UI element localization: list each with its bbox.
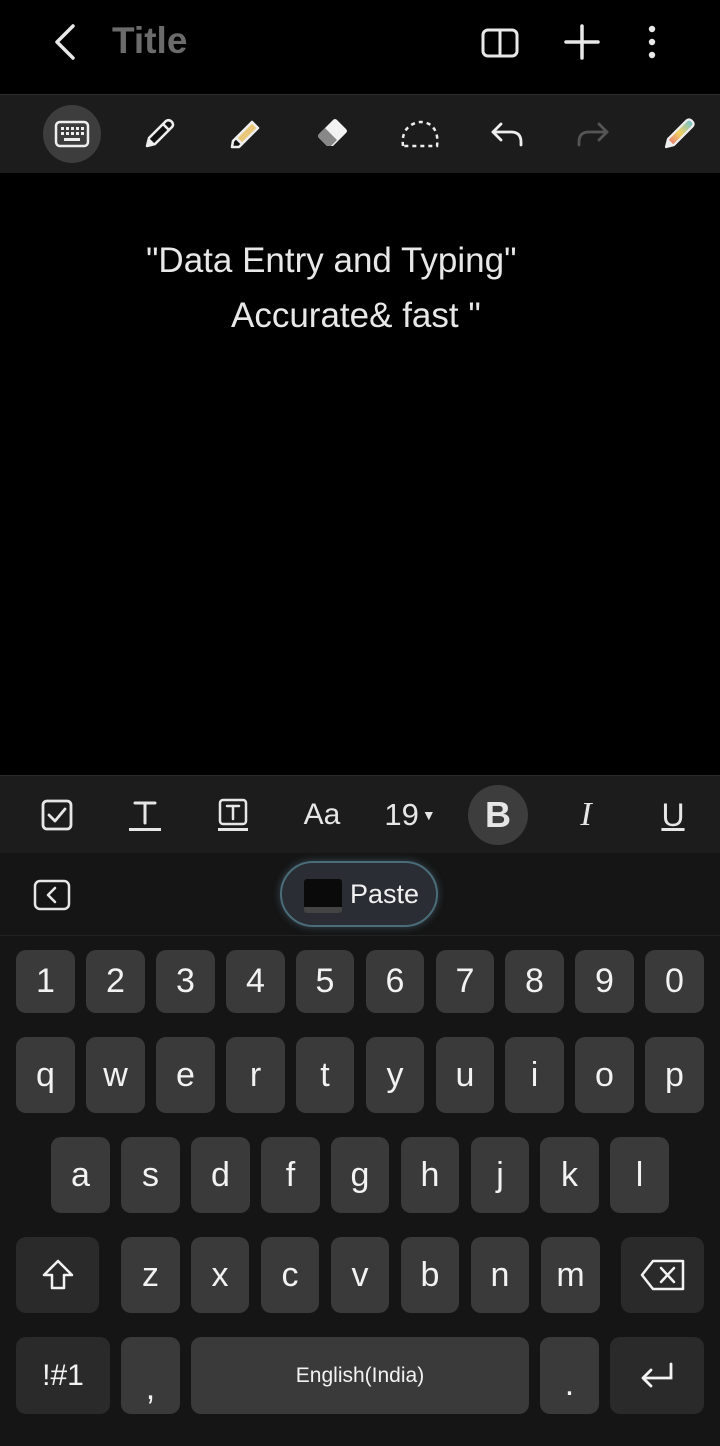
note-canvas[interactable]: "Data Entry and Typing" Accurate& fast " (0, 173, 720, 775)
key-e[interactable]: e (156, 1037, 215, 1113)
key-d[interactable]: d (191, 1137, 250, 1213)
comma-key[interactable]: , (121, 1337, 180, 1414)
undo-icon[interactable] (478, 105, 536, 163)
font-size-value: 19 (384, 797, 419, 832)
key-2[interactable]: 2 (86, 950, 145, 1013)
app-header: Title (0, 0, 720, 94)
key-h[interactable]: h (401, 1137, 459, 1213)
key-x[interactable]: x (191, 1237, 249, 1313)
key-r[interactable]: r (226, 1037, 285, 1113)
text-highlight-icon[interactable] (203, 785, 263, 845)
bold-button[interactable]: B (468, 785, 528, 845)
key-m[interactable]: m (541, 1237, 600, 1313)
font-style-button[interactable]: Aa (292, 785, 352, 845)
underline-button[interactable]: U (643, 785, 703, 845)
note-text-line[interactable]: Accurate& fast " (231, 296, 481, 336)
eraser-icon[interactable] (304, 105, 362, 163)
key-l[interactable]: l (610, 1137, 669, 1213)
pen-icon[interactable] (130, 105, 188, 163)
key-6[interactable]: 6 (366, 950, 424, 1013)
key-g[interactable]: g (331, 1137, 389, 1213)
key-8[interactable]: 8 (505, 950, 564, 1013)
font-size-dropdown[interactable]: 19 ▼ (378, 785, 442, 845)
backspace-key[interactable] (621, 1237, 704, 1313)
enter-key[interactable] (610, 1337, 704, 1414)
key-5[interactable]: 5 (296, 950, 354, 1013)
caret-down-icon: ▼ (421, 807, 436, 823)
key-j[interactable]: j (471, 1137, 529, 1213)
key-t[interactable]: t (296, 1037, 354, 1113)
key-i[interactable]: i (505, 1037, 564, 1113)
key-v[interactable]: v (331, 1237, 389, 1313)
checkbox-icon[interactable] (27, 785, 87, 845)
paste-suggestion-button[interactable]: Paste (280, 861, 438, 927)
key-c[interactable]: c (261, 1237, 319, 1313)
backspace-icon (640, 1259, 684, 1291)
add-icon[interactable] (562, 22, 602, 62)
key-n[interactable]: n (471, 1237, 529, 1313)
key-y[interactable]: y (366, 1037, 424, 1113)
keyboard-collapse-icon[interactable] (33, 879, 71, 911)
text-style-icon[interactable] (115, 785, 175, 845)
period-key[interactable]: . (540, 1337, 599, 1414)
space-key[interactable]: English(India) (191, 1337, 529, 1414)
key-3[interactable]: 3 (156, 950, 215, 1013)
lasso-select-icon[interactable] (391, 105, 449, 163)
highlighter-icon[interactable] (217, 105, 275, 163)
back-chevron-icon[interactable] (46, 22, 86, 62)
enter-return-icon (641, 1362, 673, 1387)
drawing-toolbar (0, 94, 720, 174)
key-q[interactable]: q (16, 1037, 75, 1113)
page-title[interactable]: Title (112, 20, 187, 62)
key-7[interactable]: 7 (436, 950, 494, 1013)
symbols-key[interactable]: !#1 (16, 1337, 110, 1414)
key-k[interactable]: k (540, 1137, 599, 1213)
key-f[interactable]: f (261, 1137, 320, 1213)
key-s[interactable]: s (121, 1137, 180, 1213)
key-1[interactable]: 1 (16, 950, 75, 1013)
key-0[interactable]: 0 (645, 950, 704, 1013)
text-format-toolbar: Aa 19 ▼ B I U (0, 775, 720, 854)
clipboard-thumbnail (304, 879, 342, 913)
key-p[interactable]: p (645, 1037, 704, 1113)
key-9[interactable]: 9 (575, 950, 634, 1013)
more-vertical-icon[interactable] (640, 22, 664, 62)
key-u[interactable]: u (436, 1037, 494, 1113)
shift-arrow-icon (42, 1259, 73, 1290)
keyboard-icon[interactable] (43, 105, 101, 163)
shift-key[interactable] (16, 1237, 99, 1313)
reading-mode-icon[interactable] (479, 22, 521, 62)
pen-settings-icon[interactable] (650, 105, 708, 163)
italic-button[interactable]: I (556, 785, 616, 845)
key-a[interactable]: a (51, 1137, 110, 1213)
redo-icon[interactable] (564, 105, 622, 163)
note-text-line[interactable]: "Data Entry and Typing" (146, 241, 517, 281)
key-b[interactable]: b (401, 1237, 459, 1313)
key-o[interactable]: o (575, 1037, 634, 1113)
key-w[interactable]: w (86, 1037, 145, 1113)
key-4[interactable]: 4 (226, 950, 285, 1013)
key-z[interactable]: z (121, 1237, 180, 1313)
paste-label: Paste (350, 879, 420, 909)
